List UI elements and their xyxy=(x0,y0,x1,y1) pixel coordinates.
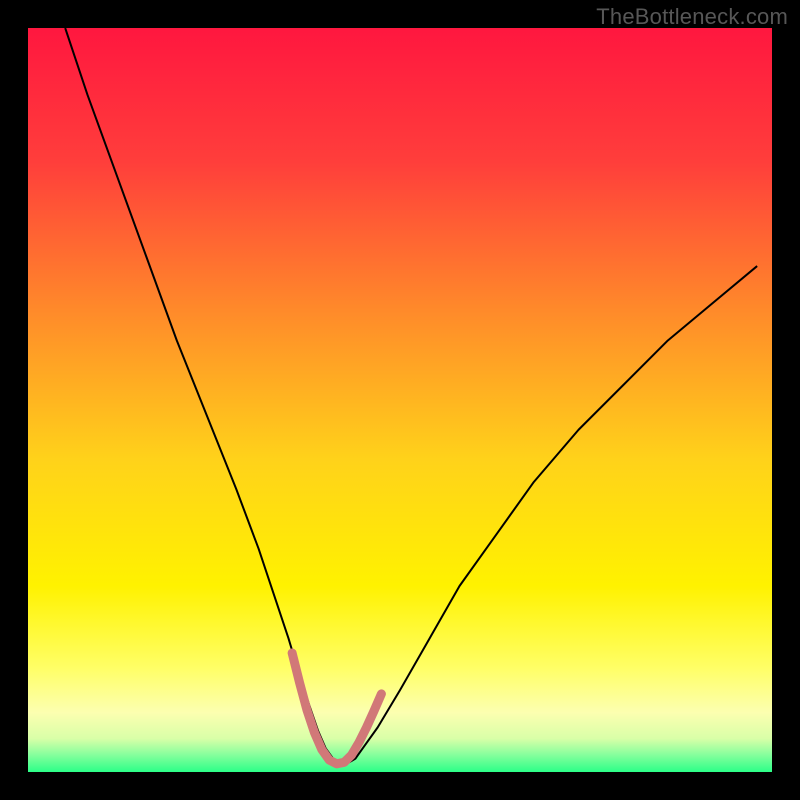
chart-frame: TheBottleneck.com xyxy=(0,0,800,800)
chart-background xyxy=(28,28,772,772)
watermark-text: TheBottleneck.com xyxy=(596,4,788,30)
chart-plot xyxy=(28,28,772,772)
